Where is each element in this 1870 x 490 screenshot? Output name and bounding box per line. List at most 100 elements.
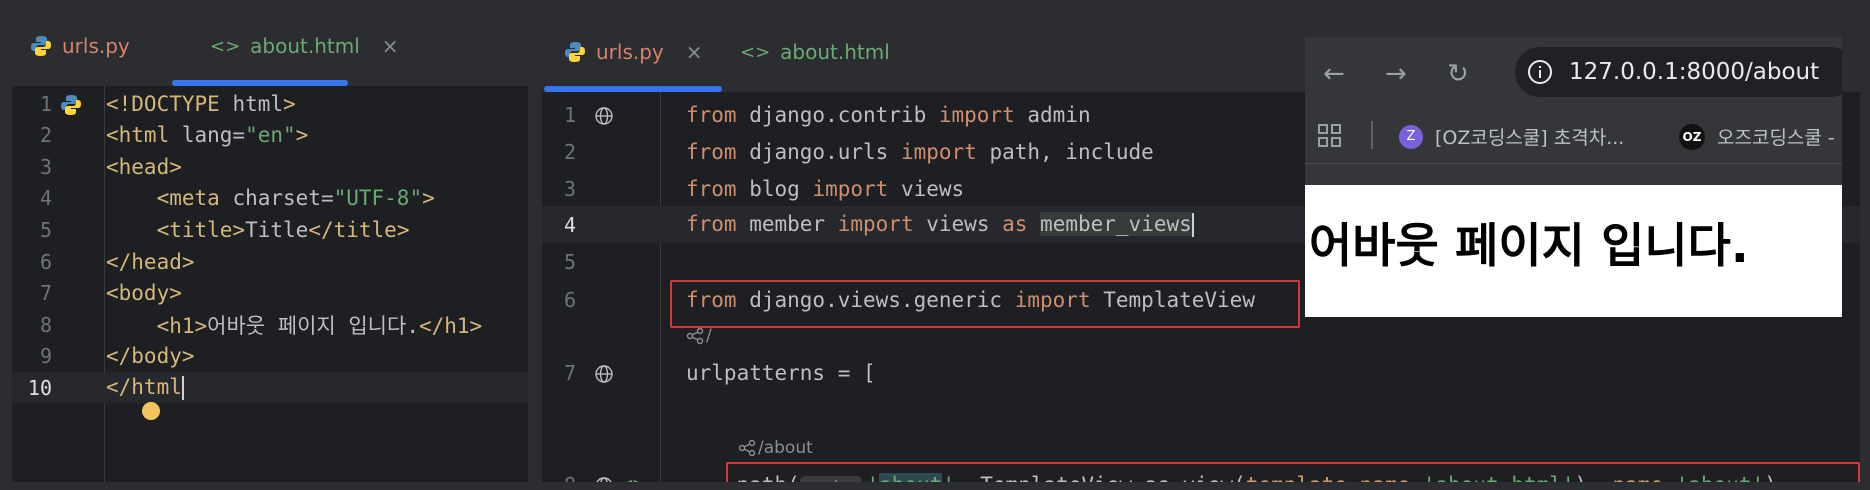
code-token: > (283, 91, 296, 116)
tab-urls-py[interactable]: urls.py × (564, 40, 703, 64)
code-line[interactable]: 1 <!DOCTYPE html> (12, 88, 528, 119)
apps-grid-icon[interactable] (1317, 123, 1343, 149)
bookmark-label: 오즈코딩스쿨 - (1717, 127, 1835, 149)
line-number: 5 (563, 249, 576, 274)
code-token: </title> (308, 217, 410, 242)
code-line[interactable]: 3 <head> (12, 151, 528, 182)
code-token: <!DOCTYPE (106, 91, 233, 116)
html-icon: <> (740, 41, 771, 63)
code-line[interactable]: 5 <title>Title</title> (12, 214, 528, 245)
code-text: <body> (106, 281, 182, 305)
code-text: from member import views as member_views (686, 212, 1194, 237)
bookmark-oz-1[interactable]: Z [OZ코딩스쿨] 초격차... (1399, 123, 1624, 150)
bookmark-favicon: OZ (1679, 123, 1705, 150)
line-number: 1 (563, 102, 576, 127)
line-number: 6 (39, 249, 52, 274)
code-token: member_views (1040, 212, 1192, 236)
code-token: charset= (232, 186, 334, 211)
line-number: 8 (542, 473, 576, 483)
code-line[interactable]: 9 </body> (12, 341, 528, 372)
tab-urls-py[interactable]: urls.py (30, 34, 130, 58)
globe-icon[interactable] (594, 106, 614, 126)
line-number: 3 (39, 154, 52, 179)
close-icon[interactable]: × (686, 40, 703, 64)
code-token: <meta (156, 186, 233, 211)
code-line[interactable]: 7 <body> (12, 278, 528, 309)
code-text: <h1>어바웃 페이지 입니다.</h1> (106, 310, 483, 340)
back-arrow-icon[interactable]: ← (1323, 59, 1345, 89)
line-number: 9 (39, 344, 52, 369)
bookmark-label: [OZ코딩스쿨] 초격차... (1435, 127, 1625, 149)
browser-window: ← → ↻ 127.0.0.1:8000/about Z [OZ코딩스쿨] 초격… (1305, 37, 1842, 317)
line-number: 7 (39, 281, 52, 306)
globe-icon[interactable] (594, 364, 614, 384)
code-text: from django.urls import path, include (686, 140, 1154, 164)
html-icon[interactable]: <> (622, 474, 644, 482)
tab-label: about.html (250, 34, 360, 58)
code-token: path, include (989, 139, 1154, 164)
code-token: <head> (106, 154, 182, 179)
highlight-box-import (670, 280, 1300, 328)
line-number: 2 (563, 139, 576, 164)
code-token: from (686, 102, 750, 127)
lightbulb-icon[interactable] (142, 402, 160, 420)
code-token: from (686, 139, 750, 164)
code-token: django.urls (749, 139, 901, 164)
usages-hint[interactable]: / (686, 326, 712, 346)
python-icon (564, 41, 586, 63)
bookmarks-bar: Z [OZ코딩스쿨] 초격차... OZ 오즈코딩스쿨 - (1305, 109, 1842, 164)
code-line[interactable]: 4 <meta charset="UTF-8"> (12, 183, 528, 214)
code-token: views (926, 212, 1003, 236)
code-token: views (900, 176, 965, 201)
address-bar[interactable]: 127.0.0.1:8000/about (1515, 47, 1842, 97)
tab-about-html[interactable]: <> about.html × (210, 34, 399, 58)
code-token: <h1> (156, 313, 208, 338)
code-token: admin (1027, 102, 1091, 127)
code-line[interactable]: 2 <html lang="en"> (12, 120, 528, 151)
code-token: django.contrib (749, 102, 939, 127)
code-text: <meta charset="UTF-8"> (106, 186, 435, 210)
code-token: from (686, 212, 750, 236)
code-text: <html lang="en"> (106, 123, 308, 147)
code-line[interactable]: 10 </html (12, 372, 528, 404)
line-number: 5 (39, 217, 52, 242)
text-cursor (1191, 213, 1194, 237)
tab-about-html[interactable]: <> about.html (740, 40, 890, 64)
line-number: 3 (563, 176, 576, 201)
url-mapping-hint[interactable]: /about (738, 438, 813, 458)
bookmark-oz-2[interactable]: OZ 오즈코딩스쿨 - (1679, 123, 1835, 150)
line-number: 4 (563, 212, 576, 237)
html-code-editor[interactable]: 1 <!DOCTYPE html> 2 <html lang="en"> 3 <head>… (12, 86, 528, 482)
code-token: <body> (106, 281, 182, 306)
line-number: 10 (27, 375, 52, 400)
code-line[interactable]: 6 </head> (12, 246, 528, 277)
forward-arrow-icon[interactable]: → (1385, 59, 1407, 89)
code-line[interactable]: 8 <h1>어바웃 페이지 입니다.</h1> (12, 309, 528, 340)
tab-label: urls.py (596, 40, 664, 64)
page-heading: 어바웃 페이지 입니다. (1309, 219, 1749, 274)
code-token: html (232, 91, 284, 116)
globe-icon[interactable] (594, 476, 614, 482)
text-cursor (181, 376, 184, 401)
tab-label: about.html (780, 40, 890, 64)
reload-icon[interactable]: ↻ (1447, 59, 1469, 89)
code-text: <head> (106, 155, 182, 179)
info-icon[interactable] (1527, 59, 1553, 85)
python-icon[interactable] (60, 94, 82, 116)
python-icon (30, 35, 52, 57)
code-token: from (686, 176, 750, 201)
code-token: </body> (106, 344, 195, 369)
code-text: </html (106, 375, 184, 401)
close-icon[interactable]: × (382, 34, 399, 58)
line-number: 7 (563, 360, 576, 385)
url-text: 127.0.0.1:8000/about (1569, 59, 1820, 85)
page-content: 어바웃 페이지 입니다. (1305, 185, 1842, 317)
code-token: </head> (106, 249, 195, 274)
code-line[interactable]: 7 urlpatterns = [ (542, 354, 1860, 391)
line-number: 2 (39, 123, 52, 148)
line-number: 8 (39, 312, 52, 337)
bookmark-favicon: Z (1399, 124, 1423, 149)
